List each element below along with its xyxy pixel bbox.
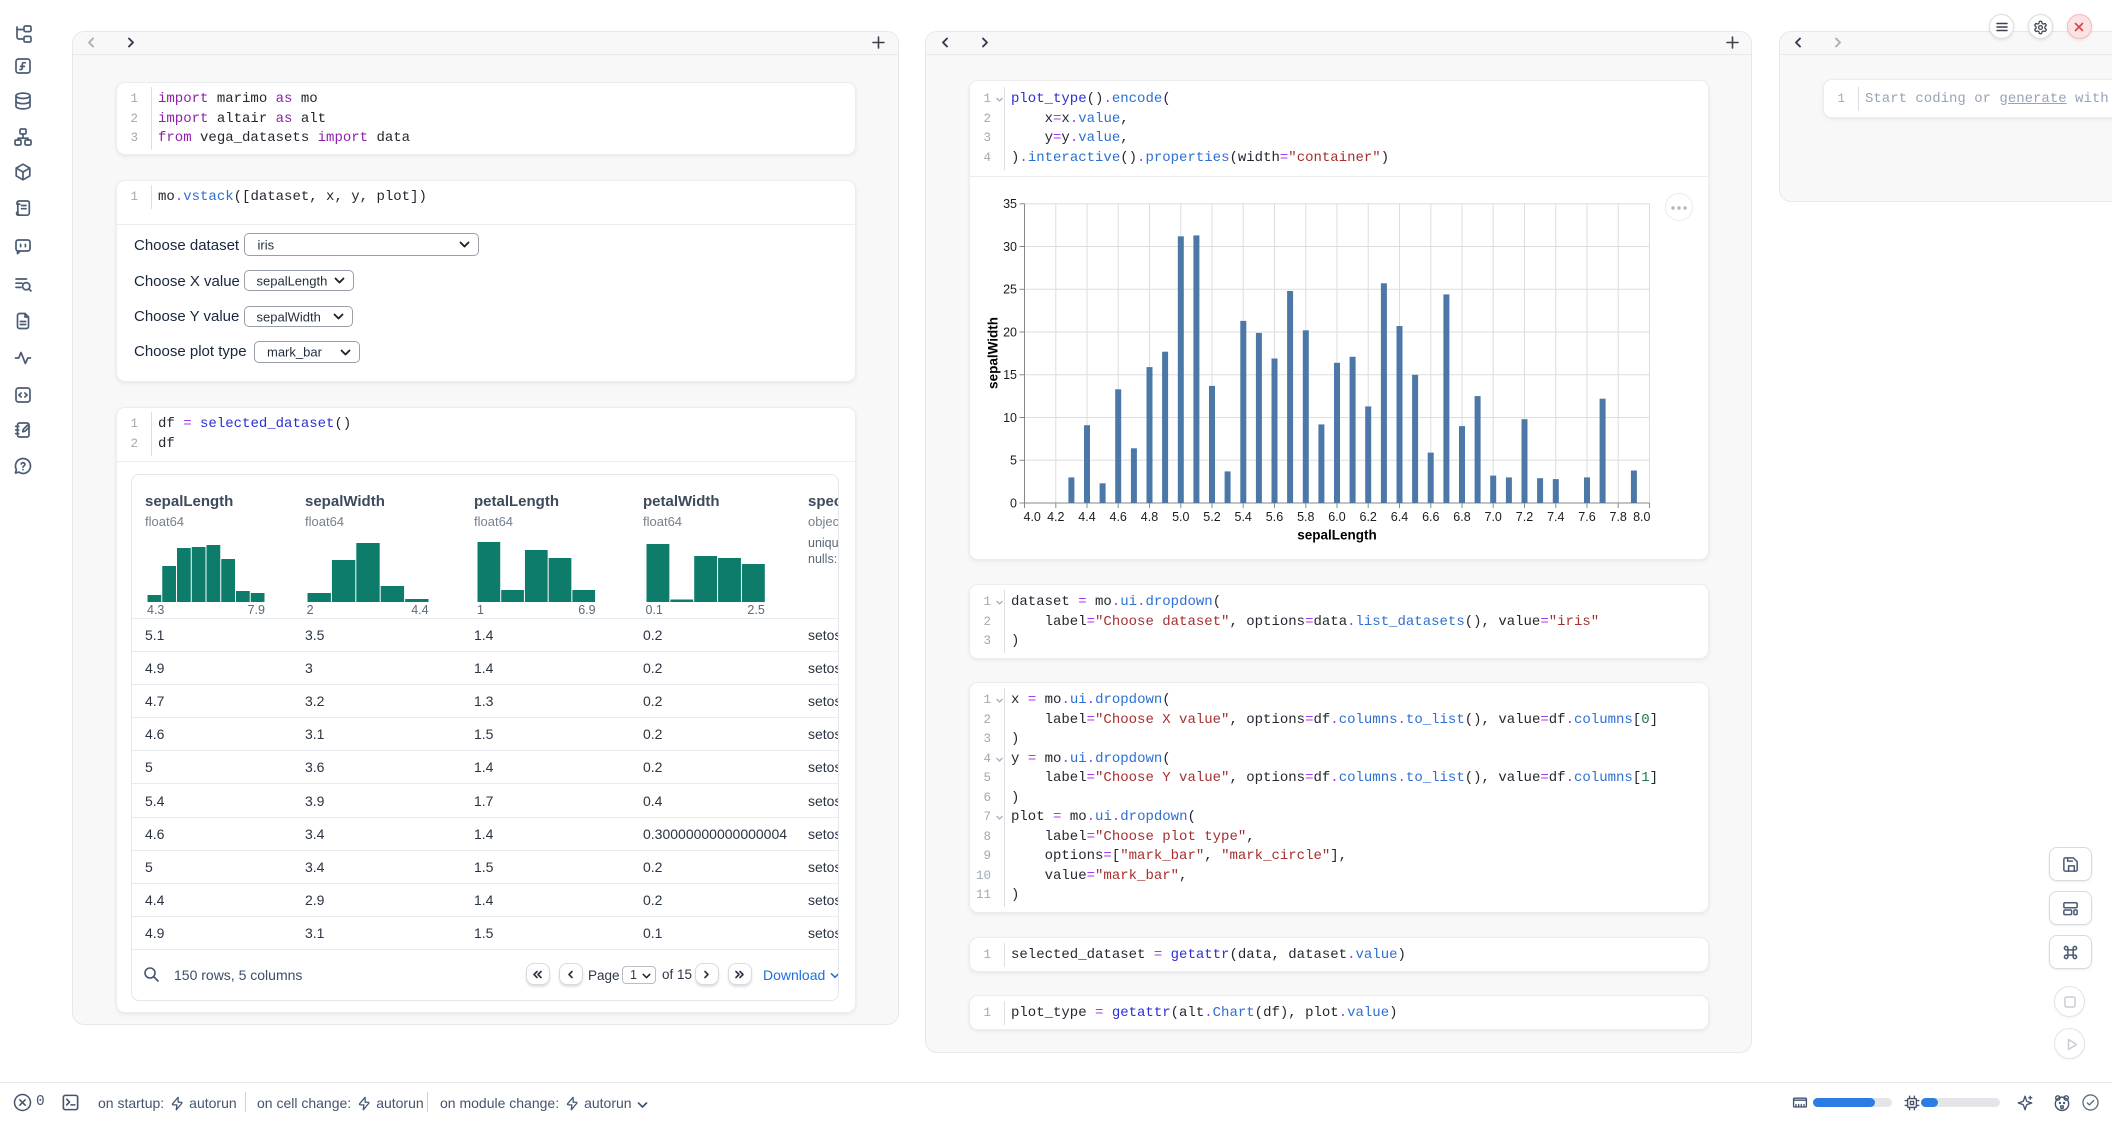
svg-text:4.8: 4.8 (1141, 510, 1158, 524)
svg-text:7.6: 7.6 (1578, 510, 1595, 524)
svg-text:4.2: 4.2 (1047, 510, 1064, 524)
svg-text:35: 35 (1003, 197, 1017, 211)
svg-text:5.4: 5.4 (1235, 510, 1252, 524)
svg-text:15: 15 (1003, 368, 1017, 382)
svg-text:5.8: 5.8 (1297, 510, 1314, 524)
svg-text:sepalWidth: sepalWidth (986, 317, 1001, 389)
svg-text:5: 5 (1010, 454, 1017, 468)
svg-text:5.6: 5.6 (1266, 510, 1283, 524)
svg-text:6.6: 6.6 (1422, 510, 1439, 524)
svg-text:7.4: 7.4 (1547, 510, 1564, 524)
svg-text:6.2: 6.2 (1360, 510, 1377, 524)
svg-text:6.4: 6.4 (1391, 510, 1408, 524)
svg-text:25: 25 (1003, 283, 1017, 297)
svg-text:7.0: 7.0 (1485, 510, 1502, 524)
svg-text:5.0: 5.0 (1172, 510, 1189, 524)
svg-text:4.4: 4.4 (1078, 510, 1095, 524)
svg-text:5.2: 5.2 (1203, 510, 1220, 524)
svg-text:4.6: 4.6 (1110, 510, 1127, 524)
svg-text:30: 30 (1003, 240, 1017, 254)
svg-text:4.0: 4.0 (1024, 510, 1041, 524)
svg-text:6.0: 6.0 (1328, 510, 1345, 524)
svg-text:8.0: 8.0 (1633, 510, 1650, 524)
svg-text:0: 0 (1010, 496, 1017, 510)
svg-text:20: 20 (1003, 325, 1017, 339)
svg-text:7.2: 7.2 (1516, 510, 1533, 524)
svg-text:10: 10 (1003, 411, 1017, 425)
svg-text:sepalLength: sepalLength (1297, 528, 1377, 543)
svg-text:7.8: 7.8 (1610, 510, 1627, 524)
svg-text:6.8: 6.8 (1453, 510, 1470, 524)
